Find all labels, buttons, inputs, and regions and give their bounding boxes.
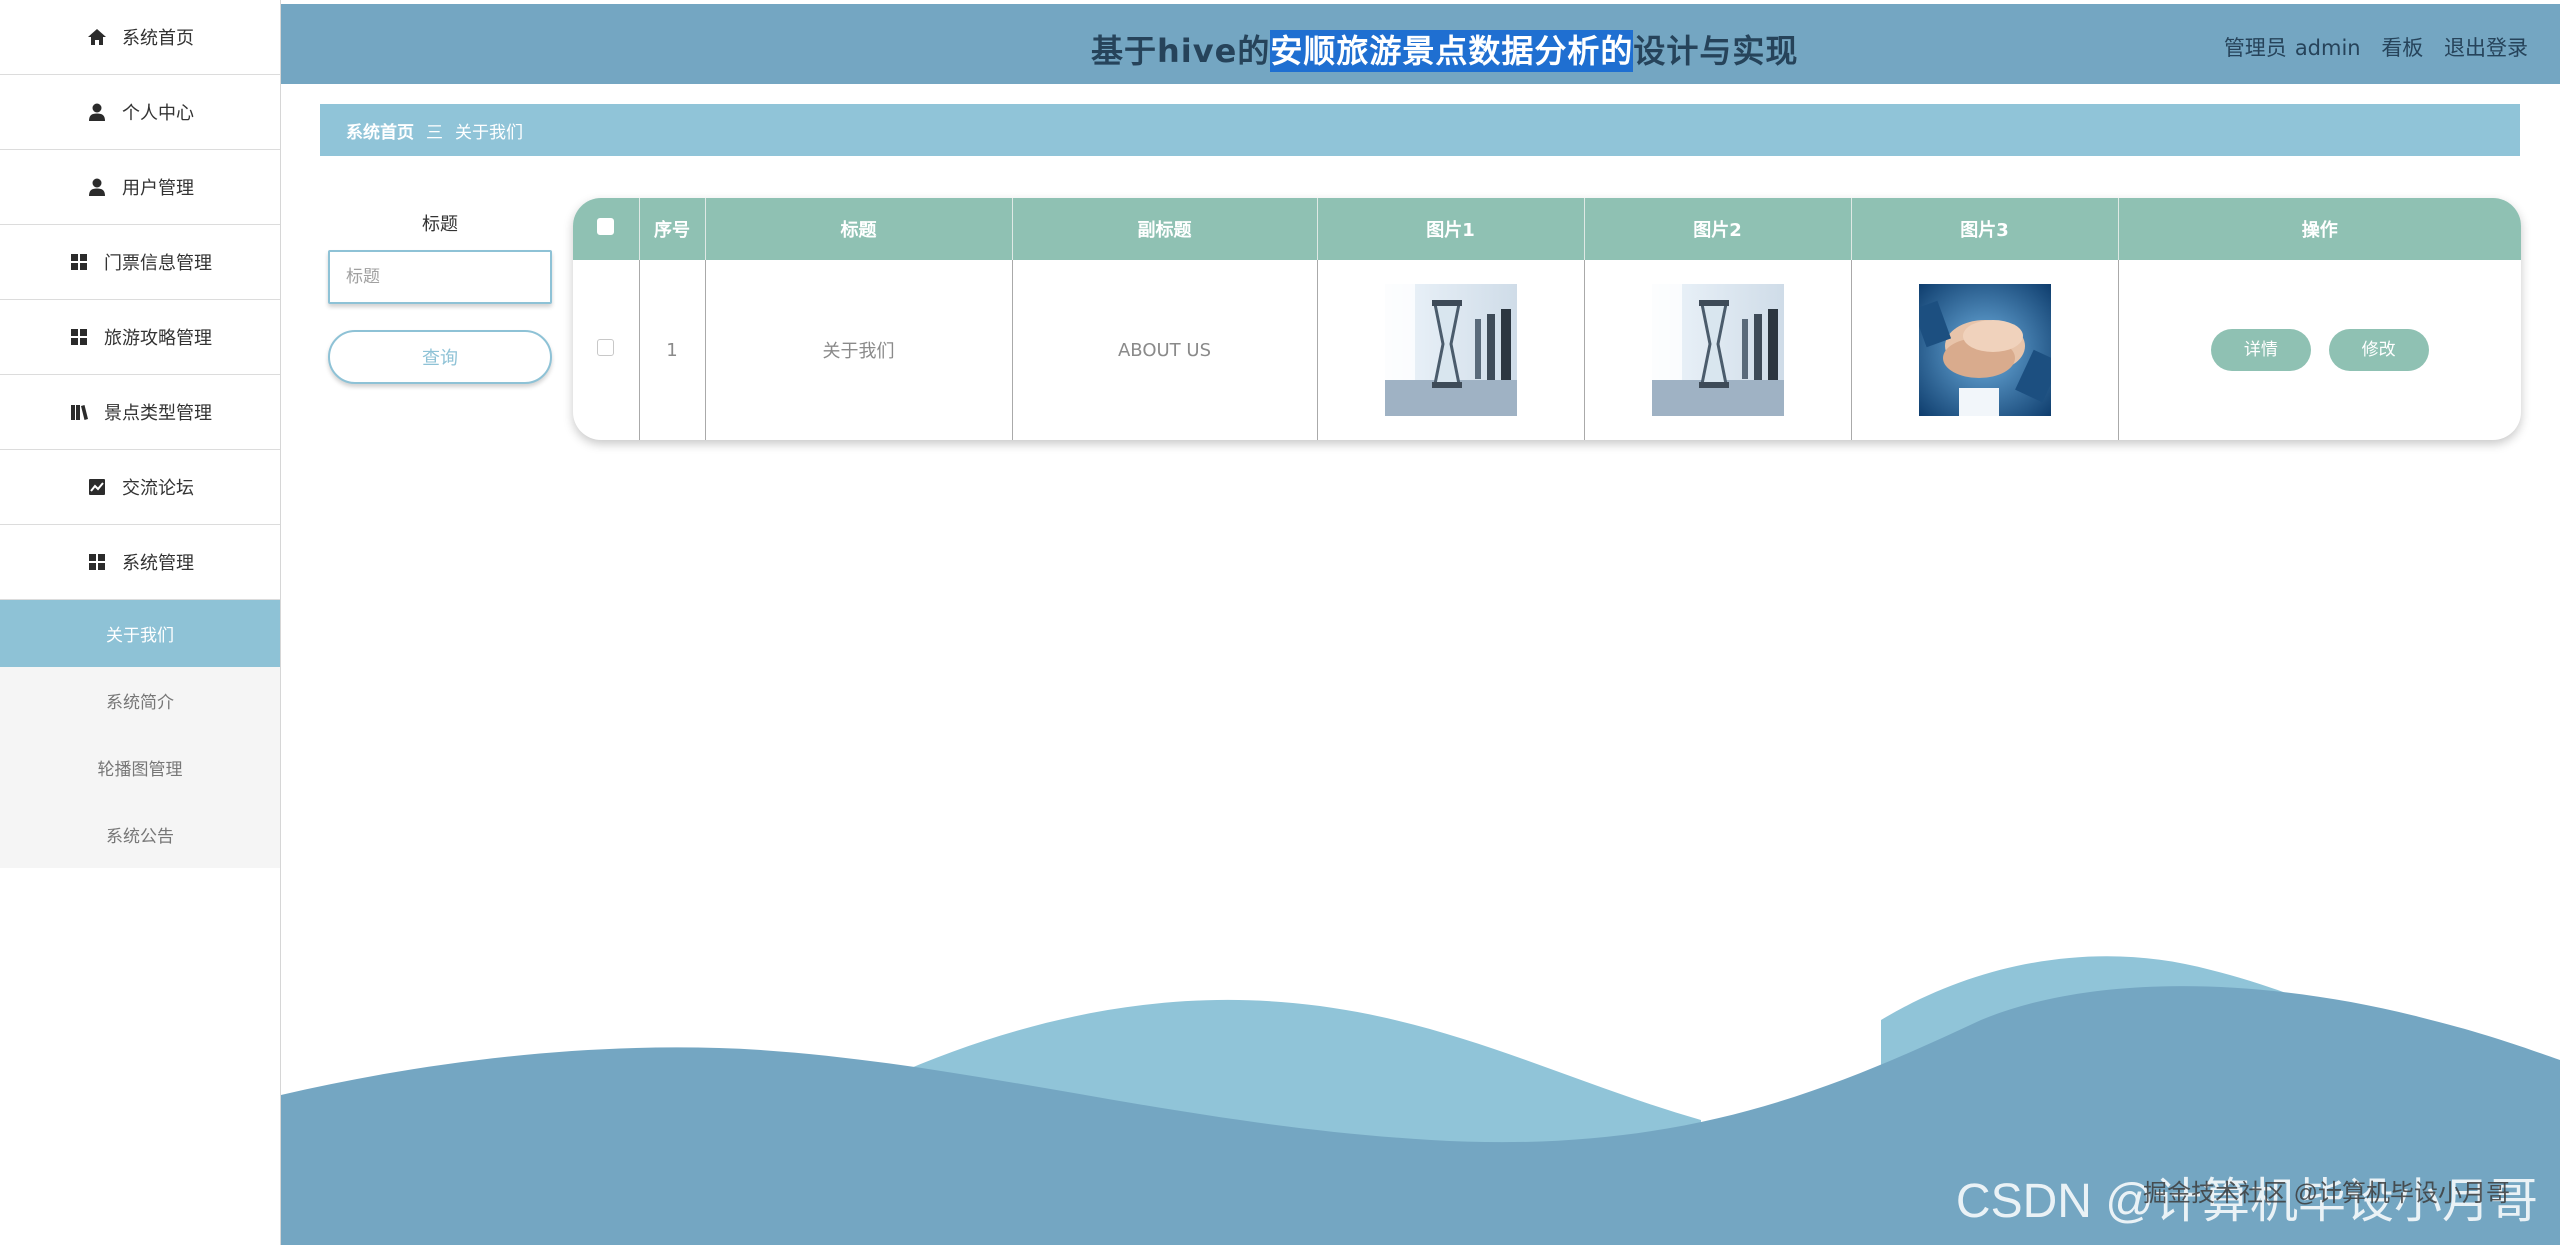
row-index: 1 xyxy=(639,260,706,440)
data-table: 序号 标题 副标题 图片1 图片2 图片3 操作 1 关于我们 ABOUT US xyxy=(573,198,2521,440)
grid-icon xyxy=(86,551,108,573)
edit-button[interactable]: 修改 xyxy=(2328,329,2429,371)
submenu-item-intro[interactable]: 系统简介 xyxy=(0,667,280,734)
sidebar-item-label: 系统首页 xyxy=(122,28,194,49)
table-header-row: 序号 标题 副标题 图片1 图片2 图片3 操作 xyxy=(573,198,2521,260)
user-icon xyxy=(86,176,108,198)
title-suffix: 设计与实现 xyxy=(1633,32,1799,70)
watermark-overlay: 掘金技术社区 @计算机毕设小月哥 xyxy=(2142,1180,2510,1207)
username: admin xyxy=(2294,36,2361,60)
row-image2-cell xyxy=(1584,260,1852,440)
sidebar-item-label: 门票信息管理 xyxy=(104,253,212,274)
row-select-cell xyxy=(573,260,640,440)
sidebar-item-profile[interactable]: 个人中心 xyxy=(0,75,280,150)
row-actions-cell: 详情 修改 xyxy=(2118,260,2521,440)
sidebar-item-label: 用户管理 xyxy=(122,178,194,199)
watermark: CSDN @计算机毕设小月哥 掘金技术社区 @计算机毕设小月哥 xyxy=(1956,1161,2538,1231)
row-checkbox[interactable] xyxy=(597,339,615,356)
home-icon xyxy=(86,26,108,48)
select-all-checkbox[interactable] xyxy=(597,218,615,235)
hourglass-office-image xyxy=(1384,284,1517,416)
column-header: 图片3 xyxy=(1851,198,2119,260)
user-icon xyxy=(86,101,108,123)
breadcrumb-current: 关于我们 xyxy=(455,122,523,143)
submenu-item-carousel[interactable]: 轮播图管理 xyxy=(0,734,280,801)
top-header: 基于hive的安顺旅游景点数据分析的设计与实现 管理员 admin 看板 退出登录 xyxy=(281,4,2560,84)
sidebar-item-users[interactable]: 用户管理 xyxy=(0,150,280,225)
grid-icon xyxy=(68,251,90,273)
breadcrumb-separator: 三 xyxy=(426,122,443,143)
column-header: 操作 xyxy=(2118,198,2521,260)
hourglass-office-image xyxy=(1651,284,1784,416)
sidebar-item-system[interactable]: 系统管理 xyxy=(0,525,280,600)
column-header: 图片1 xyxy=(1317,198,1585,260)
sidebar-item-spot-types[interactable]: 景点类型管理 xyxy=(0,375,280,450)
breadcrumb-home[interactable]: 系统首页 xyxy=(346,118,414,143)
row-image3-cell xyxy=(1851,260,2119,440)
logout-link[interactable]: 退出登录 xyxy=(2444,36,2528,60)
stacked-hands-image xyxy=(1918,284,2051,416)
grid-icon xyxy=(68,326,90,348)
sidebar-item-label: 旅游攻略管理 xyxy=(104,328,212,349)
library-icon xyxy=(68,401,90,423)
user-role: 管理员 xyxy=(2223,36,2287,60)
chart-icon xyxy=(86,476,108,498)
select-all-cell xyxy=(573,198,640,260)
sidebar-item-label: 系统管理 xyxy=(122,553,194,574)
sidebar: 系统首页 个人中心 用户管理 门票信息管理 旅游攻略管理 景点类型管理 交流论坛… xyxy=(0,0,281,1245)
submenu-item-notice[interactable]: 系统公告 xyxy=(0,801,280,868)
page-title: 基于hive的安顺旅游景点数据分析的设计与实现 xyxy=(1091,26,1798,72)
sidebar-item-label: 交流论坛 xyxy=(122,478,194,499)
system-submenu: 关于我们 系统简介 轮播图管理 系统公告 xyxy=(0,600,280,868)
sidebar-item-label: 景点类型管理 xyxy=(104,403,212,424)
search-label: 标题 xyxy=(422,214,458,235)
column-header: 副标题 xyxy=(1012,198,1318,260)
app-root: 系统首页 个人中心 用户管理 门票信息管理 旅游攻略管理 景点类型管理 交流论坛… xyxy=(0,0,2560,1245)
sidebar-item-guides[interactable]: 旅游攻略管理 xyxy=(0,300,280,375)
search-button[interactable]: 查询 xyxy=(328,330,552,384)
row-subtitle: ABOUT US xyxy=(1012,260,1318,440)
header-user-area: 管理员 admin 看板 退出登录 xyxy=(2224,32,2528,62)
sidebar-item-forum[interactable]: 交流论坛 xyxy=(0,450,280,525)
data-table-card: 序号 标题 副标题 图片1 图片2 图片3 操作 1 关于我们 ABOUT US xyxy=(573,198,2521,440)
sidebar-item-label: 个人中心 xyxy=(122,103,194,124)
submenu-item-about[interactable]: 关于我们 xyxy=(0,600,280,667)
column-header: 标题 xyxy=(705,198,1013,260)
row-title: 关于我们 xyxy=(705,260,1013,440)
column-header: 图片2 xyxy=(1584,198,1852,260)
title-selected-text: 安顺旅游景点数据分析的 xyxy=(1270,30,1634,72)
row-image1-cell xyxy=(1317,260,1585,440)
search-input[interactable] xyxy=(328,250,552,304)
detail-button[interactable]: 详情 xyxy=(2210,329,2311,371)
sidebar-item-tickets[interactable]: 门票信息管理 xyxy=(0,225,280,300)
dashboard-link[interactable]: 看板 xyxy=(2381,36,2423,60)
sidebar-item-home[interactable]: 系统首页 xyxy=(0,0,280,75)
table-row: 1 关于我们 ABOUT US 详情 修改 xyxy=(573,260,2521,440)
breadcrumb: 系统首页 三 关于我们 xyxy=(320,104,2520,156)
column-header: 序号 xyxy=(639,198,706,260)
title-prefix: 基于hive的 xyxy=(1091,32,1271,70)
